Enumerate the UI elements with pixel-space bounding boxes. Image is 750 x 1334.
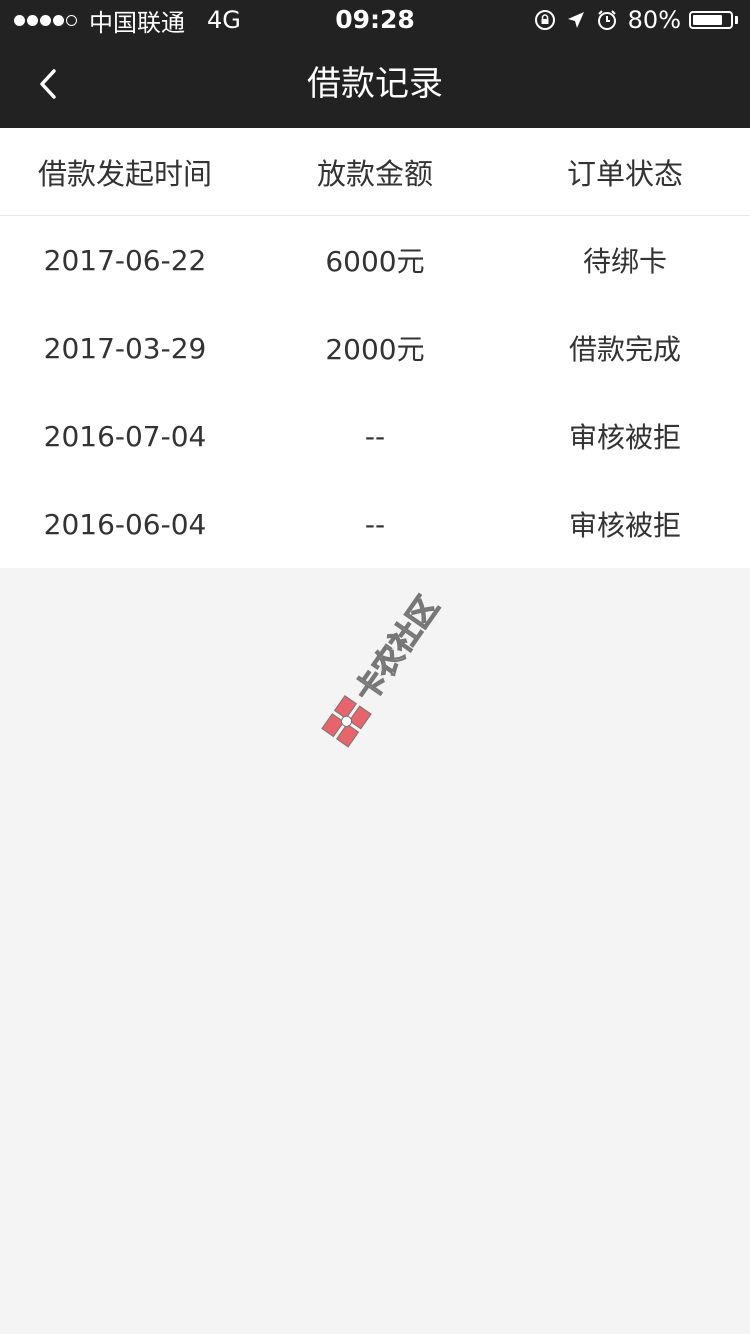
page-title: 借款记录 [307, 64, 443, 104]
alarm-icon [597, 10, 616, 30]
cell-amount: 6000元 [325, 245, 425, 278]
cell-amount: 2000元 [325, 333, 425, 366]
table-row[interactable]: 2016-06-04 -- 审核被拒 [0, 480, 750, 568]
table-row[interactable]: 2017-06-22 6000元 待绑卡 [0, 216, 750, 304]
watermark-text: 卡农社区 [349, 590, 446, 708]
header-amount: 放款金额 [316, 156, 433, 191]
cell-date: 2017-06-22 [43, 243, 207, 277]
cell-date: 2017-03-29 [43, 331, 207, 365]
cell-status: 借款完成 [568, 333, 681, 366]
cell-amount: -- [364, 507, 386, 541]
loan-records-table: 借款发起时间 放款金额 订单状态 2017-06-22 6000元 待绑卡 20… [0, 128, 750, 568]
table-row[interactable]: 2017-03-29 2000元 借款完成 [0, 304, 750, 392]
battery-percent: 80% [627, 6, 681, 34]
cell-status: 待绑卡 [582, 245, 667, 278]
battery-icon [689, 11, 738, 29]
gift-icon [321, 695, 372, 748]
cell-amount: -- [364, 419, 386, 453]
header-loan-date: 借款发起时间 [37, 156, 212, 191]
watermark-logo: 卡农社区 [321, 590, 447, 748]
cell-date: 2016-06-04 [43, 507, 207, 541]
cell-date: 2016-07-04 [43, 419, 207, 453]
header-status: 订单状态 [566, 156, 683, 191]
table-row[interactable]: 2016-07-04 -- 审核被拒 [0, 392, 750, 480]
location-arrow-icon [567, 12, 584, 28]
cell-status: 审核被拒 [568, 421, 681, 454]
battery-level [693, 15, 722, 25]
cell-status: 审核被拒 [568, 509, 681, 542]
status-right: 80% [534, 0, 738, 40]
rotation-lock-icon [534, 10, 555, 30]
status-bar: 中国联通 4G 09:28 80% [0, 0, 750, 40]
nav-bar: 借款记录 [0, 40, 750, 128]
table-header: 借款发起时间 放款金额 订单状态 [0, 128, 750, 216]
